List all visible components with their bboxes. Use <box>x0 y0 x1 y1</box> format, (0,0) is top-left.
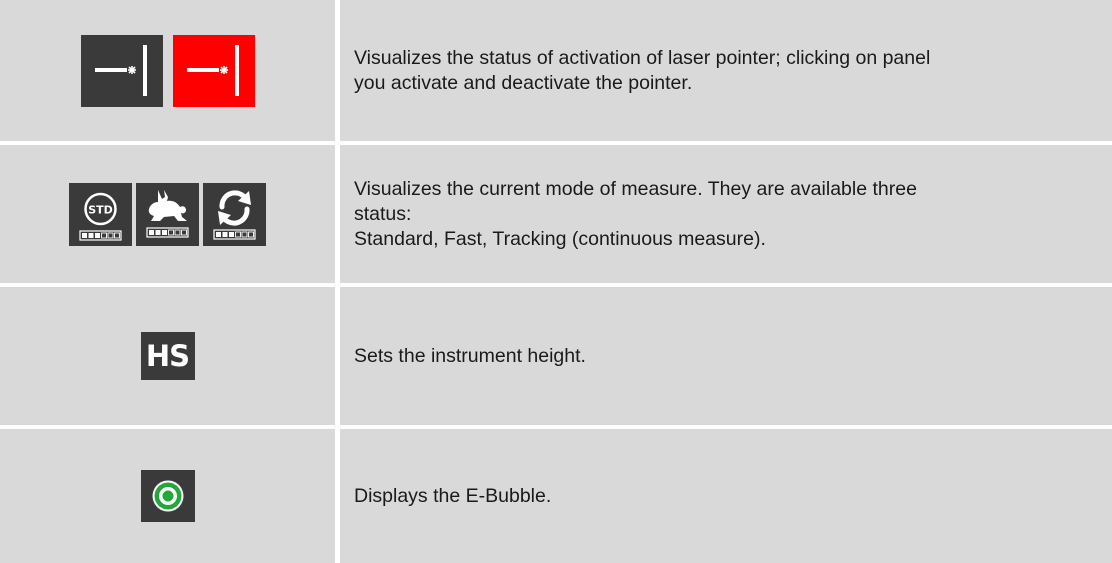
e-bubble-icon[interactable] <box>140 470 195 522</box>
table-row: Displays the E-Bubble. <box>0 429 1112 563</box>
description-line: Visualizes the current mode of measure. … <box>354 177 917 200</box>
icon-cell: HS <box>0 287 335 425</box>
hs-label: HS <box>145 339 190 373</box>
measure-standard-icon[interactable]: STD <box>69 182 132 246</box>
description-cell: Visualizes the status of activation of l… <box>340 0 1112 141</box>
table-row: HS Sets the instrument height. <box>0 287 1112 425</box>
icon-cell <box>0 0 335 141</box>
description-line: Standard, Fast, Tracking (continuous mea… <box>354 227 766 250</box>
measure-tracking-icon[interactable] <box>203 182 266 246</box>
table-row: STD Visualizes the current mode of measu… <box>0 145 1112 283</box>
description-cell: Displays the E-Bubble. <box>340 429 1112 563</box>
description-line: Sets the instrument height. <box>354 344 586 367</box>
icon-cell: STD <box>0 145 335 283</box>
description-line: Visualizes the status of activation of l… <box>354 46 931 69</box>
description-cell: Sets the instrument height. <box>340 287 1112 425</box>
description-line: Displays the E-Bubble. <box>354 484 552 507</box>
std-label: STD <box>88 203 113 216</box>
instrument-height-icon[interactable]: HS <box>140 332 195 380</box>
laser-pointer-off-icon[interactable] <box>80 34 163 107</box>
laser-pointer-on-icon[interactable] <box>172 34 255 107</box>
icon-cell <box>0 429 335 563</box>
description-cell: Visualizes the current mode of measure. … <box>340 145 1112 283</box>
table-row: Visualizes the status of activation of l… <box>0 0 1112 141</box>
description-line: status: <box>354 202 412 225</box>
measure-fast-icon[interactable] <box>136 182 199 246</box>
icon-description-table: Visualizes the status of activation of l… <box>0 0 1112 563</box>
description-line: you activate and deactivate the pointer. <box>354 71 693 94</box>
